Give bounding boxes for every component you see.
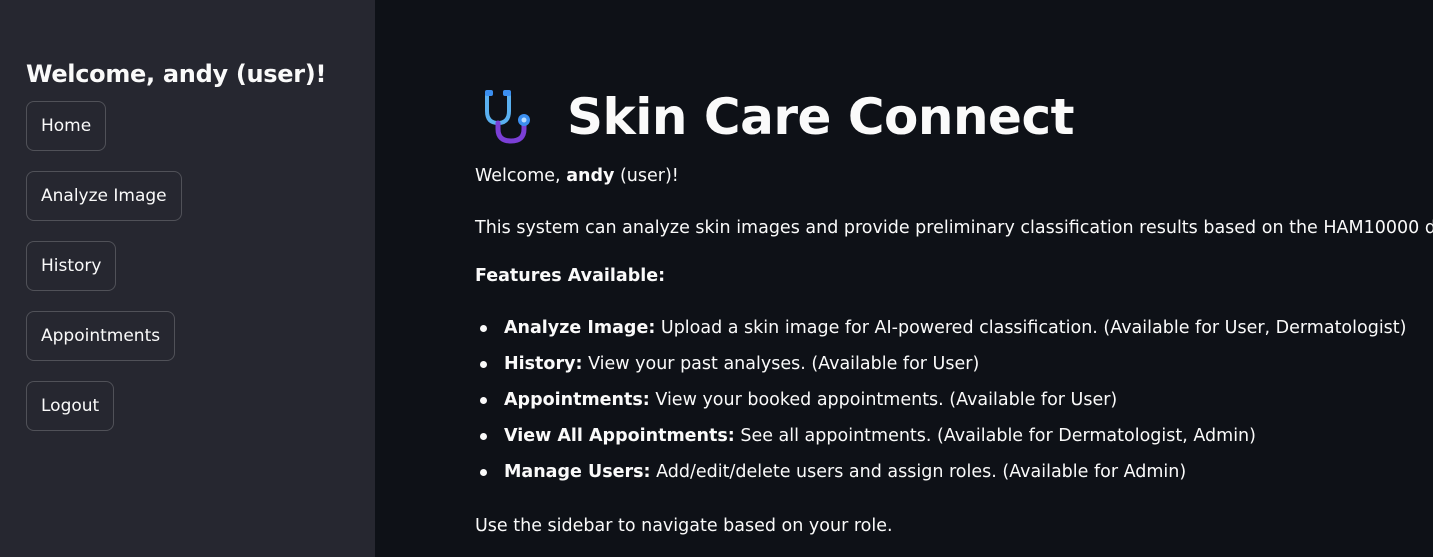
- footer-text: Use the sidebar to navigate based on you…: [475, 516, 893, 536]
- features-list: Analyze Image: Upload a skin image for A…: [475, 310, 1433, 490]
- feature-name: History:: [504, 354, 583, 374]
- analyze-image-button[interactable]: Analyze Image: [26, 171, 182, 221]
- appointments-button[interactable]: Appointments: [26, 311, 176, 361]
- list-item: View All Appointments: See all appointme…: [475, 418, 1433, 454]
- sidebar-nav: Home Analyze Image History Appointments …: [26, 101, 375, 451]
- welcome-username: andy: [566, 166, 615, 186]
- features-heading: Features Available:: [475, 266, 666, 286]
- sidebar-welcome: Welcome, andy (user)!: [26, 60, 327, 88]
- feature-name: View All Appointments:: [504, 426, 735, 446]
- feature-name: Appointments:: [504, 390, 650, 410]
- feature-description: View your booked appointments. (Availabl…: [649, 390, 1118, 410]
- feature-description: Upload a skin image for AI-powered class…: [655, 318, 1407, 338]
- feature-description: View your past analyses. (Available for …: [582, 354, 980, 374]
- list-item: Appointments: View your booked appointme…: [475, 382, 1433, 418]
- welcome-prefix: Welcome,: [475, 166, 567, 186]
- feature-description: Add/edit/delete users and assign roles. …: [650, 462, 1187, 482]
- title-row: Skin Care Connect: [475, 82, 1433, 152]
- list-item: History: View your past analyses. (Avail…: [475, 346, 1433, 382]
- feature-name: Manage Users:: [504, 462, 651, 482]
- app-root: Welcome, andy (user)! Home Analyze Image…: [0, 0, 1433, 557]
- logout-button[interactable]: Logout: [26, 381, 115, 431]
- list-item: Manage Users: Add/edit/delete users and …: [475, 454, 1433, 490]
- sidebar: Welcome, andy (user)! Home Analyze Image…: [0, 0, 375, 557]
- home-button[interactable]: Home: [26, 101, 107, 151]
- stethoscope-icon: [485, 90, 530, 144]
- welcome-suffix: (user)!: [614, 166, 679, 186]
- welcome-text: Welcome, andy (user)!: [475, 162, 1433, 190]
- list-item: Analyze Image: Upload a skin image for A…: [475, 310, 1433, 346]
- page-title: Skin Care Connect: [567, 88, 1075, 146]
- main-content: Skin Care Connect Welcome, andy (user)! …: [375, 0, 1433, 557]
- history-button[interactable]: History: [26, 241, 117, 291]
- feature-description: See all appointments. (Available for Der…: [734, 426, 1256, 446]
- intro-text: This system can analyze skin images and …: [475, 218, 1433, 238]
- feature-name: Analyze Image:: [504, 318, 656, 338]
